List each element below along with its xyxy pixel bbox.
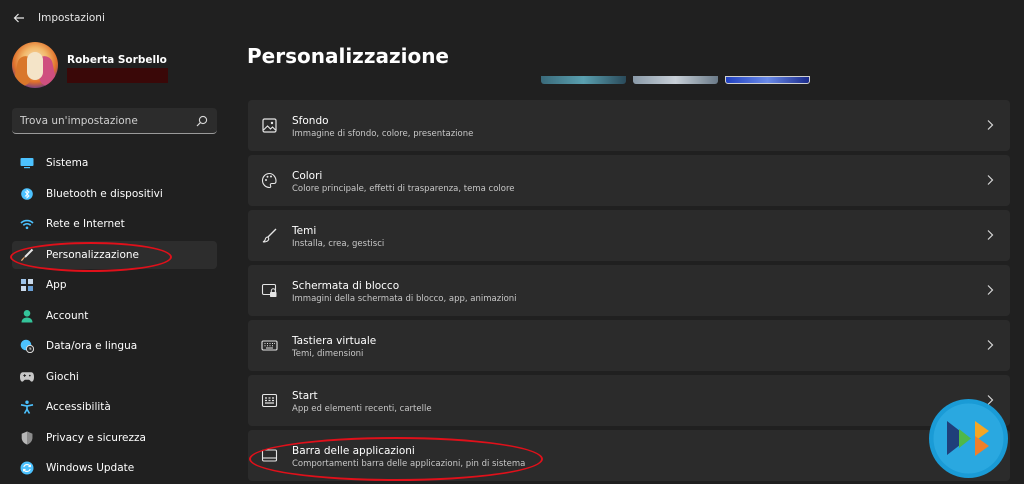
card-subtitle: Immagine di sfondo, colore, presentazion… — [292, 129, 474, 139]
annotation-circle — [249, 437, 543, 481]
picture-icon — [262, 118, 277, 133]
theme-preview-3[interactable] — [725, 76, 810, 84]
sidebar-item-bluetooth[interactable]: Bluetooth e dispositivi — [12, 180, 217, 208]
card-subtitle: Colore principale, effetti di trasparenz… — [292, 184, 515, 194]
card-title: Tastiera virtuale — [292, 335, 377, 347]
monitor-icon — [20, 156, 34, 170]
search-input[interactable] — [20, 113, 190, 129]
watermark-logo — [929, 399, 1008, 478]
search-icon[interactable] — [195, 114, 209, 128]
card-title: Sfondo — [292, 115, 329, 127]
sidebar-item-label: Accessibilità — [46, 401, 111, 413]
update-icon — [20, 461, 34, 475]
wifi-icon — [20, 217, 34, 231]
person-icon — [20, 309, 34, 323]
gamepad-icon — [20, 370, 34, 384]
start-icon — [261, 393, 278, 408]
sidebar-item-label: Windows Update — [46, 462, 135, 474]
card-title: Schermata di blocco — [292, 280, 400, 292]
card-title: Temi — [292, 225, 317, 237]
globe-clock-icon — [20, 339, 34, 353]
chevron-right-icon — [987, 340, 994, 350]
theme-preview-1[interactable] — [541, 76, 626, 84]
palette-icon — [261, 172, 277, 189]
card-title: Start — [292, 390, 318, 402]
sidebar-item-account[interactable]: Account — [12, 302, 217, 330]
sidebar-item-label: Data/ora e lingua — [46, 340, 138, 352]
chevron-right-icon — [987, 175, 994, 185]
theme-preview-2[interactable] — [633, 76, 718, 84]
card-subtitle: App ed elementi recenti, cartelle — [292, 404, 432, 414]
card-tastiera-virtuale[interactable]: Tastiera virtuale Temi, dimensioni — [248, 320, 1010, 371]
keyboard-icon — [261, 340, 278, 351]
sidebar-item-label: Account — [46, 309, 89, 322]
apps-icon — [20, 278, 34, 292]
sidebar-item-privacy[interactable]: Privacy e sicurezza — [12, 424, 217, 452]
sidebar-item-data-ora[interactable]: Data/ora e lingua — [12, 332, 217, 360]
sidebar-item-sistema[interactable]: Sistema — [12, 149, 217, 177]
shield-icon — [20, 431, 34, 445]
chevron-right-icon — [987, 230, 994, 240]
title-bar: Impostazioni — [0, 0, 1024, 36]
window-title: Impostazioni — [38, 12, 105, 24]
sidebar-item-giochi[interactable]: Giochi — [12, 363, 217, 391]
card-sfondo[interactable]: Sfondo Immagine di sfondo, colore, prese… — [248, 100, 1010, 151]
avatar[interactable] — [12, 42, 58, 88]
card-schermata-di-blocco[interactable]: Schermata di blocco Immagini della scher… — [248, 265, 1010, 316]
sidebar-item-label: Privacy e sicurezza — [46, 431, 146, 444]
card-subtitle: Temi, dimensioni — [292, 349, 364, 359]
user-name: Roberta Sorbello — [67, 54, 167, 66]
card-title: Colori — [292, 170, 323, 182]
sidebar-item-label: Rete e Internet — [46, 218, 125, 230]
bluetooth-icon — [20, 187, 34, 201]
card-subtitle: Immagini della schermata di blocco, app,… — [292, 294, 517, 304]
sidebar-nav: Sistema Bluetooth e dispositivi Rete e I… — [12, 149, 217, 484]
back-button[interactable] — [10, 9, 28, 27]
card-start[interactable]: Start App ed elementi recenti, cartelle — [248, 375, 1010, 426]
annotation-circle — [10, 242, 172, 272]
sidebar-item-label: Giochi — [46, 370, 79, 383]
sidebar-item-label: Bluetooth e dispositivi — [46, 187, 163, 200]
redacted-email — [67, 68, 168, 83]
sidebar-item-rete[interactable]: Rete e Internet — [12, 210, 217, 238]
arrow-left-icon — [13, 13, 24, 23]
brush-icon — [262, 228, 277, 243]
chevron-right-icon — [987, 285, 994, 295]
chevron-right-icon — [987, 120, 994, 130]
card-subtitle: Installa, crea, gestisci — [292, 239, 385, 249]
sidebar-item-app[interactable]: App — [12, 271, 217, 299]
sidebar-item-accessibilita[interactable]: Accessibilità — [12, 393, 217, 421]
accessibility-icon — [20, 400, 34, 414]
sidebar-item-label: App — [46, 279, 67, 291]
settings-list: Sfondo Immagine di sfondo, colore, prese… — [248, 100, 1010, 484]
sidebar-item-windows-update[interactable]: Windows Update — [12, 454, 217, 482]
card-temi[interactable]: Temi Installa, crea, gestisci — [248, 210, 1010, 261]
search-box[interactable] — [12, 108, 217, 134]
page-title: Personalizzazione — [247, 44, 449, 68]
card-colori[interactable]: Colori Colore principale, effetti di tra… — [248, 155, 1010, 206]
sidebar-item-label: Sistema — [46, 157, 89, 169]
lock-screen-icon — [261, 283, 277, 297]
